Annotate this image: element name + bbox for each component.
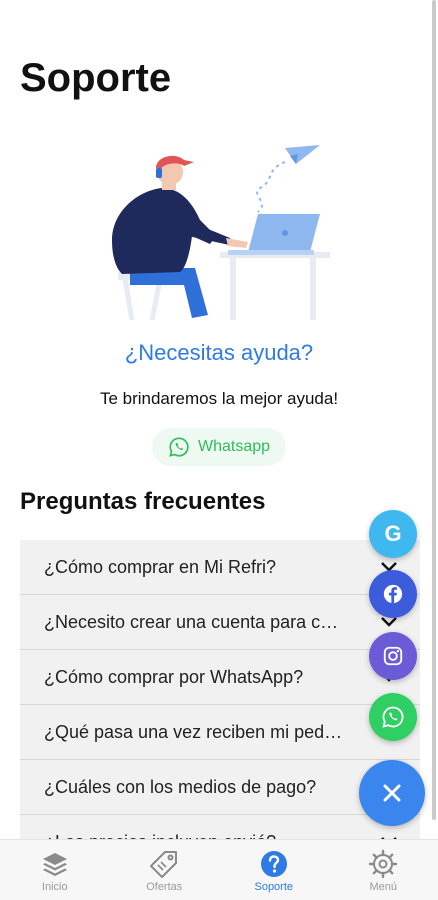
faq-question: ¿Cómo comprar por WhatsApp? (44, 666, 304, 687)
close-icon (383, 784, 401, 802)
layers-icon (42, 853, 67, 876)
faq-title: Preguntas frecuentes (20, 488, 266, 515)
nav-item-label: Ofertas (146, 881, 183, 893)
whatsapp-button[interactable]: Whatsapp (152, 428, 286, 466)
help-subtitle: Te brindaremos la mejor ayuda! (99, 389, 339, 408)
nav-item-menu[interactable]: Menú (329, 840, 438, 900)
gear-icon (369, 849, 398, 879)
help-title: ¿Necesitas ayuda? (124, 340, 314, 365)
whatsapp-button-label: Whatsapp (197, 438, 271, 455)
page-title: Soporte (20, 56, 172, 100)
nav-item-inicio[interactable]: Inicio (0, 840, 110, 900)
bottom-nav: Inicio Ofertas Soporte Menú (0, 839, 438, 900)
google-icon: G (384, 521, 402, 546)
facebook-button[interactable] (369, 570, 417, 618)
whatsapp-fab-button[interactable] (369, 693, 417, 741)
nav-item-ofertas[interactable]: Ofertas (110, 840, 220, 900)
instagram-button[interactable] (369, 632, 417, 680)
scrollbar[interactable] (432, 0, 436, 820)
nav-item-soporte[interactable]: Soporte (219, 840, 329, 900)
nav-item-label: Inicio (41, 881, 68, 893)
google-button[interactable]: G (369, 510, 417, 558)
faq-question: ¿Cuáles con los medios de pago? (44, 776, 317, 797)
faq-item[interactable]: ¿Qué pasa una vez reciben mi pedido? (20, 705, 420, 760)
nav-item-label: Menú (369, 881, 398, 893)
instagram-icon (383, 646, 403, 666)
facebook-icon (383, 584, 403, 604)
support-illustration (112, 145, 330, 320)
faq-question: ¿Qué pasa una vez reciben mi pedido? (44, 721, 344, 742)
nav-item-label: Soporte (254, 881, 294, 893)
close-fab-button[interactable] (359, 760, 425, 826)
tag-icon (150, 851, 178, 878)
faq-item[interactable]: ¿Cómo comprar por WhatsApp? (20, 650, 420, 705)
faq-question: ¿Cómo comprar en Mi Refri? (44, 556, 277, 577)
faq-list: ¿Cómo comprar en Mi Refri? ¿Necesito cre… (20, 540, 420, 870)
faq-item[interactable]: ¿Cómo comprar en Mi Refri? (20, 540, 420, 595)
faq-question: ¿Necesito crear una cuenta para comprar? (44, 611, 344, 632)
faq-item[interactable]: ¿Necesito crear una cuenta para comprar? (20, 595, 420, 650)
whatsapp-icon (382, 706, 404, 728)
whatsapp-icon (169, 437, 189, 457)
help-icon (260, 851, 287, 877)
